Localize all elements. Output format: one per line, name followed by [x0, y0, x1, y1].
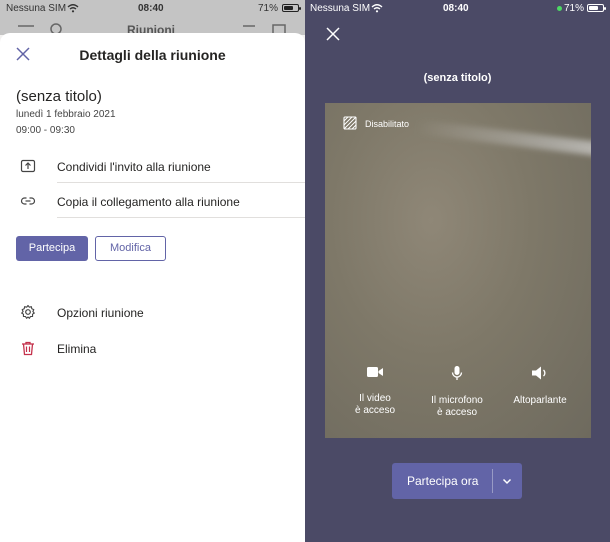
video-toggle-label: Il video è acceso: [354, 393, 396, 416]
background-status-label: Disabilitato: [365, 119, 410, 129]
meeting-details-screen: Nessuna SIM 08:40 71% Riunioni Dettagli …: [0, 0, 305, 542]
copy-link-row[interactable]: Copia il collegamento alla riunione: [0, 184, 305, 218]
sheet-title: Dettagli della riunione: [79, 47, 226, 63]
camera-icon: [367, 367, 383, 377]
meeting-options-row[interactable]: Opzioni riunione: [0, 295, 305, 329]
close-icon[interactable]: [326, 27, 340, 41]
chevron-down-icon[interactable]: [501, 475, 513, 487]
delete-row[interactable]: Elimina: [0, 331, 305, 365]
share-invite-label: Condividi l'invito alla riunione: [57, 160, 211, 174]
speaker-icon: [532, 366, 546, 380]
copy-link-label: Copia il collegamento alla riunione: [57, 195, 240, 209]
meeting-title: (senza titolo): [16, 88, 102, 105]
preview-light-streak: [414, 119, 591, 161]
join-button[interactable]: Partecipa: [16, 236, 88, 261]
meeting-time: 09:00 - 09:30: [16, 125, 75, 136]
meeting-options-label: Opzioni riunione: [57, 306, 144, 320]
meeting-title: (senza titolo): [423, 72, 492, 84]
wifi-icon: [371, 4, 383, 13]
microphone-icon: [451, 366, 463, 380]
link-icon: [20, 197, 36, 205]
battery-percent: 71%: [258, 3, 279, 14]
divider: [492, 469, 493, 493]
edit-button[interactable]: Modifica: [95, 236, 166, 261]
video-toggle[interactable]: Il video è acceso: [335, 365, 415, 417]
background-effects-icon[interactable]: [343, 116, 357, 130]
divider: [57, 217, 305, 218]
battery-percent: 71%: [564, 3, 585, 14]
carrier-label: Nessuna SIM: [310, 3, 371, 14]
speaker-toggle[interactable]: Altoparlante: [500, 365, 580, 407]
wifi-icon: [67, 4, 79, 13]
share-icon: [20, 159, 36, 173]
clock: 08:40: [138, 3, 164, 14]
status-bar: Nessuna SIM 08:40 71%: [305, 0, 610, 17]
mic-toggle-label: Il microfono è acceso: [431, 395, 483, 418]
location-dot-icon: [557, 6, 562, 11]
mic-toggle[interactable]: Il microfono è acceso: [417, 365, 497, 419]
status-bar: Nessuna SIM 08:40 71%: [0, 0, 305, 17]
pre-join-screen: Nessuna SIM 08:40 71% (senza titolo) Dis…: [305, 0, 610, 542]
clock: 08:40: [443, 3, 469, 14]
meeting-date: lunedì 1 febbraio 2021: [16, 109, 116, 120]
camera-preview: Disabilitato Il video è acceso Il microf…: [325, 103, 591, 438]
trash-icon: [22, 341, 34, 356]
details-sheet: Dettagli della riunione (senza titolo) l…: [0, 33, 305, 542]
battery-icon: [587, 4, 606, 12]
join-now-button[interactable]: Partecipa ora: [392, 463, 522, 499]
join-now-label: Partecipa ora: [407, 474, 479, 488]
share-invite-row[interactable]: Condividi l'invito alla riunione: [0, 149, 305, 183]
speaker-toggle-label: Altoparlante: [513, 395, 567, 406]
battery-icon: [282, 4, 301, 12]
carrier-label: Nessuna SIM: [6, 3, 67, 14]
gear-icon: [21, 304, 35, 319]
delete-label: Elimina: [57, 342, 97, 356]
divider: [57, 182, 305, 183]
